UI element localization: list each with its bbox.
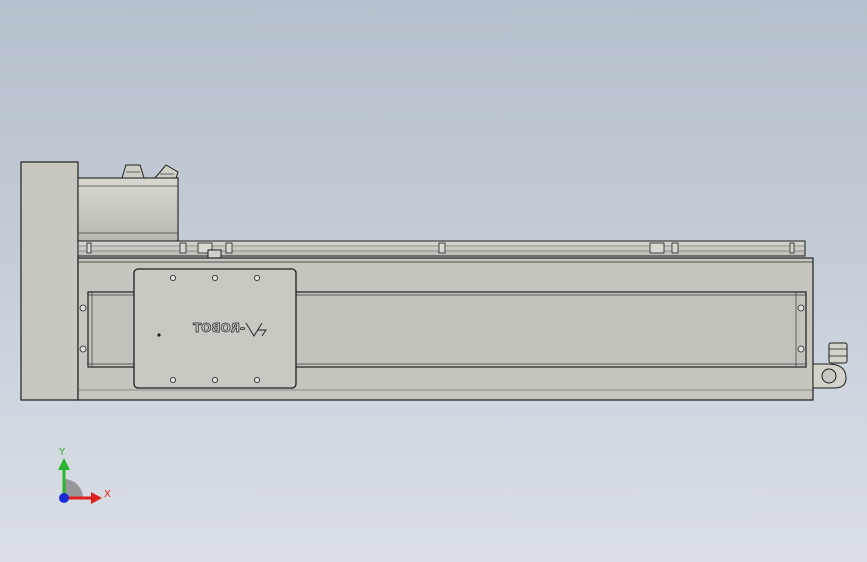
brand-logo-text: -ROBOT	[192, 321, 245, 335]
plate-screw	[169, 274, 176, 281]
rail-clip	[671, 242, 679, 254]
z-axis-dot	[59, 493, 69, 503]
rail-clip	[179, 242, 187, 254]
motor-connector-1	[121, 164, 145, 179]
rail-clip	[438, 242, 446, 254]
rail-clip	[789, 242, 795, 254]
motor-connector-2	[153, 164, 179, 179]
plate-screw	[211, 274, 218, 281]
carriage-plate: -ROBOT	[133, 268, 297, 389]
coordinate-triad: Y X	[58, 447, 111, 504]
bolt	[797, 345, 805, 353]
rail-clip	[225, 242, 233, 254]
plate-screw	[169, 376, 176, 383]
y-axis-label: Y	[58, 447, 66, 458]
plate-screw	[211, 376, 218, 383]
end-cap-left	[20, 161, 79, 401]
linear-actuator-model: -ROBOT	[20, 161, 848, 401]
bolt	[797, 304, 805, 312]
plate-screw	[253, 376, 260, 383]
elbow-fitting	[812, 342, 848, 389]
plate-screw	[253, 274, 260, 281]
cad-viewport[interactable]: -ROBOT Y X	[0, 0, 867, 562]
rail-clip	[649, 242, 665, 254]
brand-logo-dot	[157, 333, 161, 337]
brand-logo: -ROBOT	[192, 321, 245, 336]
motor-housing	[77, 164, 179, 242]
bolt	[79, 345, 87, 353]
x-axis-label: X	[104, 489, 111, 500]
rail-clip	[86, 242, 92, 254]
bolt	[79, 304, 87, 312]
